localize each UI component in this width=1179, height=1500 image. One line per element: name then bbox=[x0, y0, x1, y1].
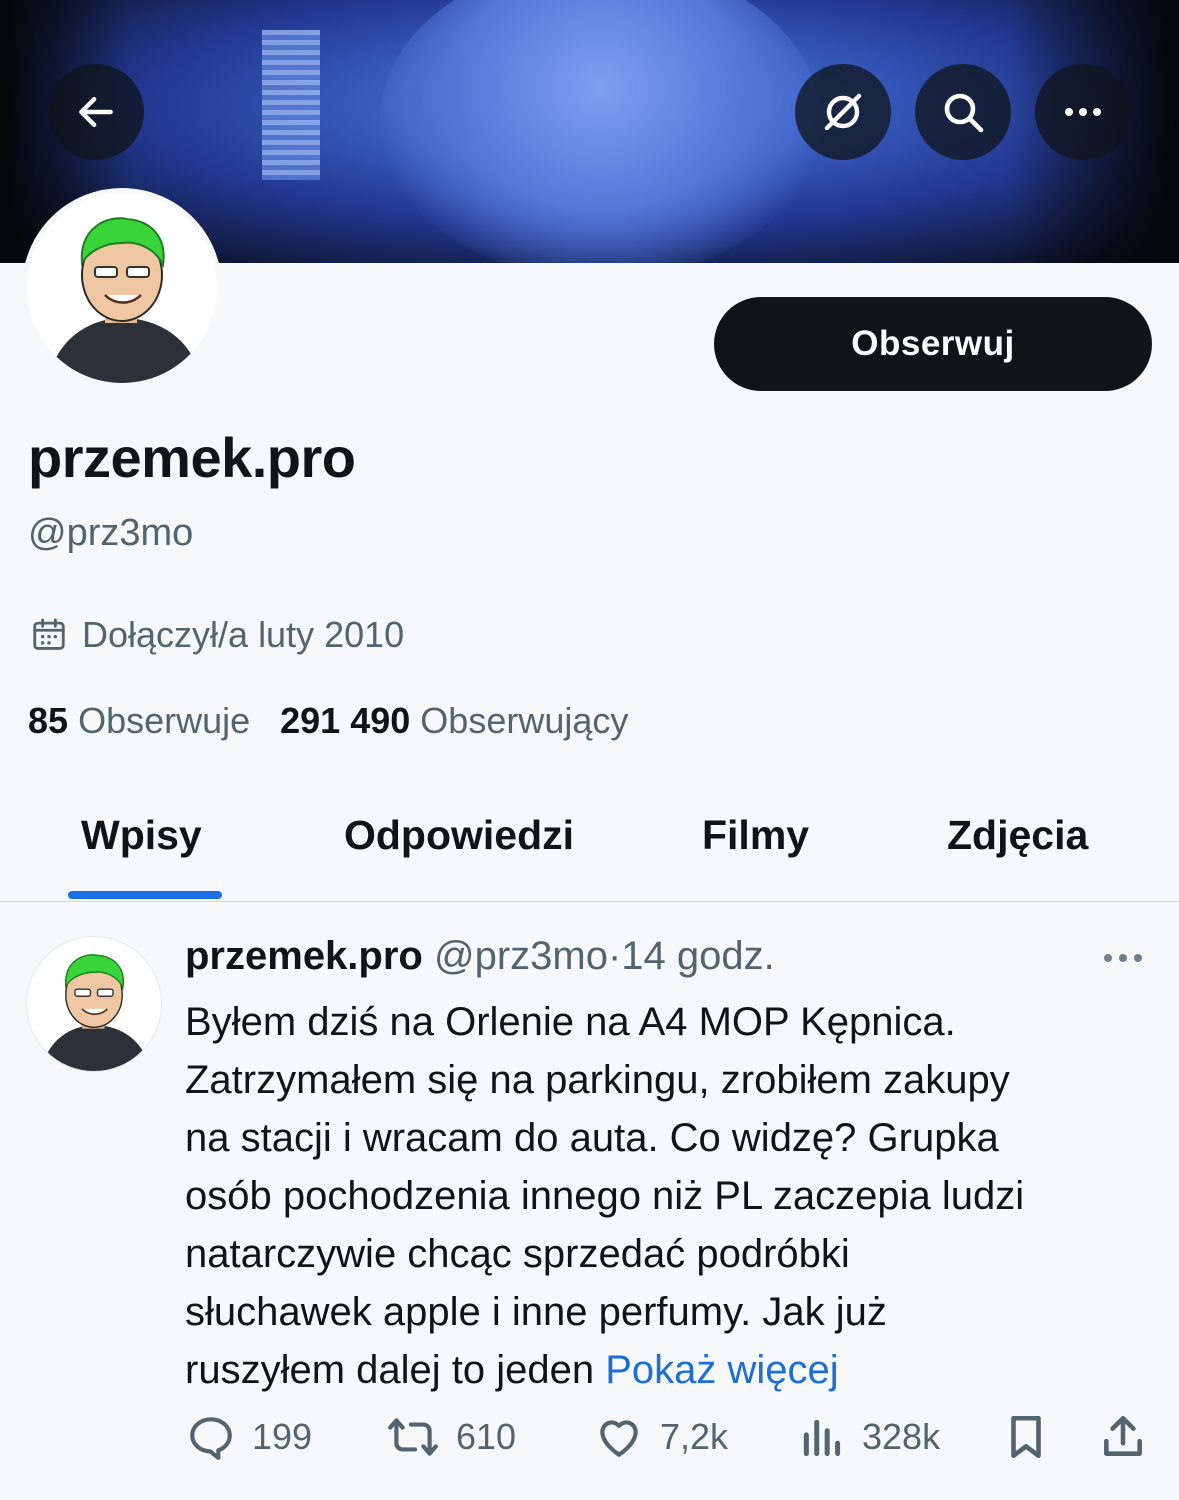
tweet-line: słuchawek apple i inne perfumy. Jak już bbox=[185, 1290, 887, 1334]
following-count: 85 bbox=[28, 700, 69, 741]
bookmark-button[interactable] bbox=[1004, 1412, 1064, 1462]
reply-button[interactable]: 199 bbox=[186, 1412, 312, 1462]
more-horizontal-icon bbox=[1104, 954, 1142, 962]
grok-button[interactable] bbox=[795, 64, 891, 160]
more-button[interactable] bbox=[1035, 64, 1131, 160]
share-button[interactable] bbox=[1098, 1412, 1164, 1462]
tweet-line: ruszyłem dalej to jeden bbox=[185, 1348, 595, 1392]
search-icon bbox=[944, 93, 984, 133]
tab-posts[interactable]: Wpisy bbox=[81, 812, 202, 859]
share-icon bbox=[1104, 1415, 1142, 1456]
grok-icon bbox=[824, 93, 862, 131]
following-link[interactable]: 85 Obserwuje bbox=[28, 700, 250, 741]
tweet-line: Byłem dziś na Orlenie na A4 MOP Kępnica. bbox=[185, 1000, 956, 1044]
tweet-line: osób pochodzenia innego niż PL zaczepia … bbox=[185, 1174, 1025, 1218]
repost-button[interactable]: 610 bbox=[386, 1412, 516, 1462]
views-count: 328k bbox=[862, 1416, 941, 1457]
profile-tabs: Wpisy Odpowiedzi Filmy Zdjęcia bbox=[0, 780, 1179, 902]
tweet-line: Zatrzymałem się na parkingu, zrobiłem za… bbox=[185, 1058, 1010, 1102]
search-button[interactable] bbox=[915, 64, 1011, 160]
joined-date: Dołączył/a luty 2010 bbox=[30, 614, 404, 656]
heart-icon bbox=[600, 1420, 638, 1457]
like-count: 7,2k bbox=[660, 1416, 729, 1457]
like-button[interactable]: 7,2k bbox=[594, 1412, 728, 1462]
calendar-icon bbox=[33, 618, 65, 650]
following-label: Obserwuje bbox=[78, 700, 251, 741]
tweet-more-button[interactable] bbox=[1100, 946, 1146, 975]
profile-display-name: przemek.pro bbox=[28, 426, 356, 489]
tab-replies[interactable]: Odpowiedzi bbox=[344, 812, 574, 859]
profile-avatar[interactable] bbox=[22, 188, 222, 388]
active-tab-indicator bbox=[68, 891, 222, 899]
follow-button[interactable]: Obserwuj bbox=[714, 297, 1152, 391]
avatar-illustration bbox=[27, 937, 161, 1071]
back-button[interactable] bbox=[48, 64, 144, 160]
banner-face bbox=[380, 0, 820, 263]
arrow-left-icon bbox=[79, 96, 113, 128]
tweet-separator: · bbox=[607, 934, 622, 978]
tweet-avatar[interactable] bbox=[27, 937, 161, 1071]
more-horizontal-icon bbox=[1065, 108, 1101, 116]
tweet-line: na stacji i wracam do auta. Co widzę? Gr… bbox=[185, 1116, 999, 1160]
profile-handle: @prz3mo bbox=[28, 512, 194, 554]
tweet-actions: 199 610 7,2k 328k bbox=[0, 1412, 1179, 1472]
follow-stats: 85 Obserwuje 291 490 Obserwujący bbox=[28, 700, 628, 742]
followers-label: Obserwujący bbox=[420, 700, 629, 741]
reply-icon bbox=[190, 1417, 232, 1460]
joined-label: Dołączył/a luty 2010 bbox=[82, 614, 405, 655]
repost-count: 610 bbox=[456, 1416, 517, 1457]
views-button[interactable]: 328k bbox=[800, 1412, 940, 1462]
views-chart-icon bbox=[803, 1419, 841, 1457]
followers-link[interactable]: 291 490 Obserwujący bbox=[280, 700, 628, 741]
show-more-link[interactable]: Pokaż więcej bbox=[605, 1348, 838, 1392]
tweet-author-name[interactable]: przemek.pro bbox=[185, 934, 423, 978]
tweet-time[interactable]: 14 godz. bbox=[621, 934, 774, 978]
tab-videos[interactable]: Filmy bbox=[702, 812, 809, 859]
tab-photos[interactable]: Zdjęcia bbox=[947, 812, 1088, 859]
followers-count: 291 490 bbox=[280, 700, 411, 741]
repost-icon bbox=[388, 1418, 438, 1456]
reply-count: 199 bbox=[252, 1416, 313, 1457]
bookmark-icon bbox=[1011, 1415, 1041, 1459]
tweet-author-handle[interactable]: @prz3mo bbox=[434, 934, 608, 978]
tweet-line: natarczywie chcąc sprzedać podróbki bbox=[185, 1232, 850, 1276]
tweet-header: przemek.pro @prz3mo·14 godz. bbox=[185, 934, 775, 979]
tweet-text: Byłem dziś na Orlenie na A4 MOP Kępnica.… bbox=[185, 993, 1145, 1399]
banner-window-blind bbox=[262, 30, 320, 180]
avatar-illustration bbox=[27, 193, 217, 383]
